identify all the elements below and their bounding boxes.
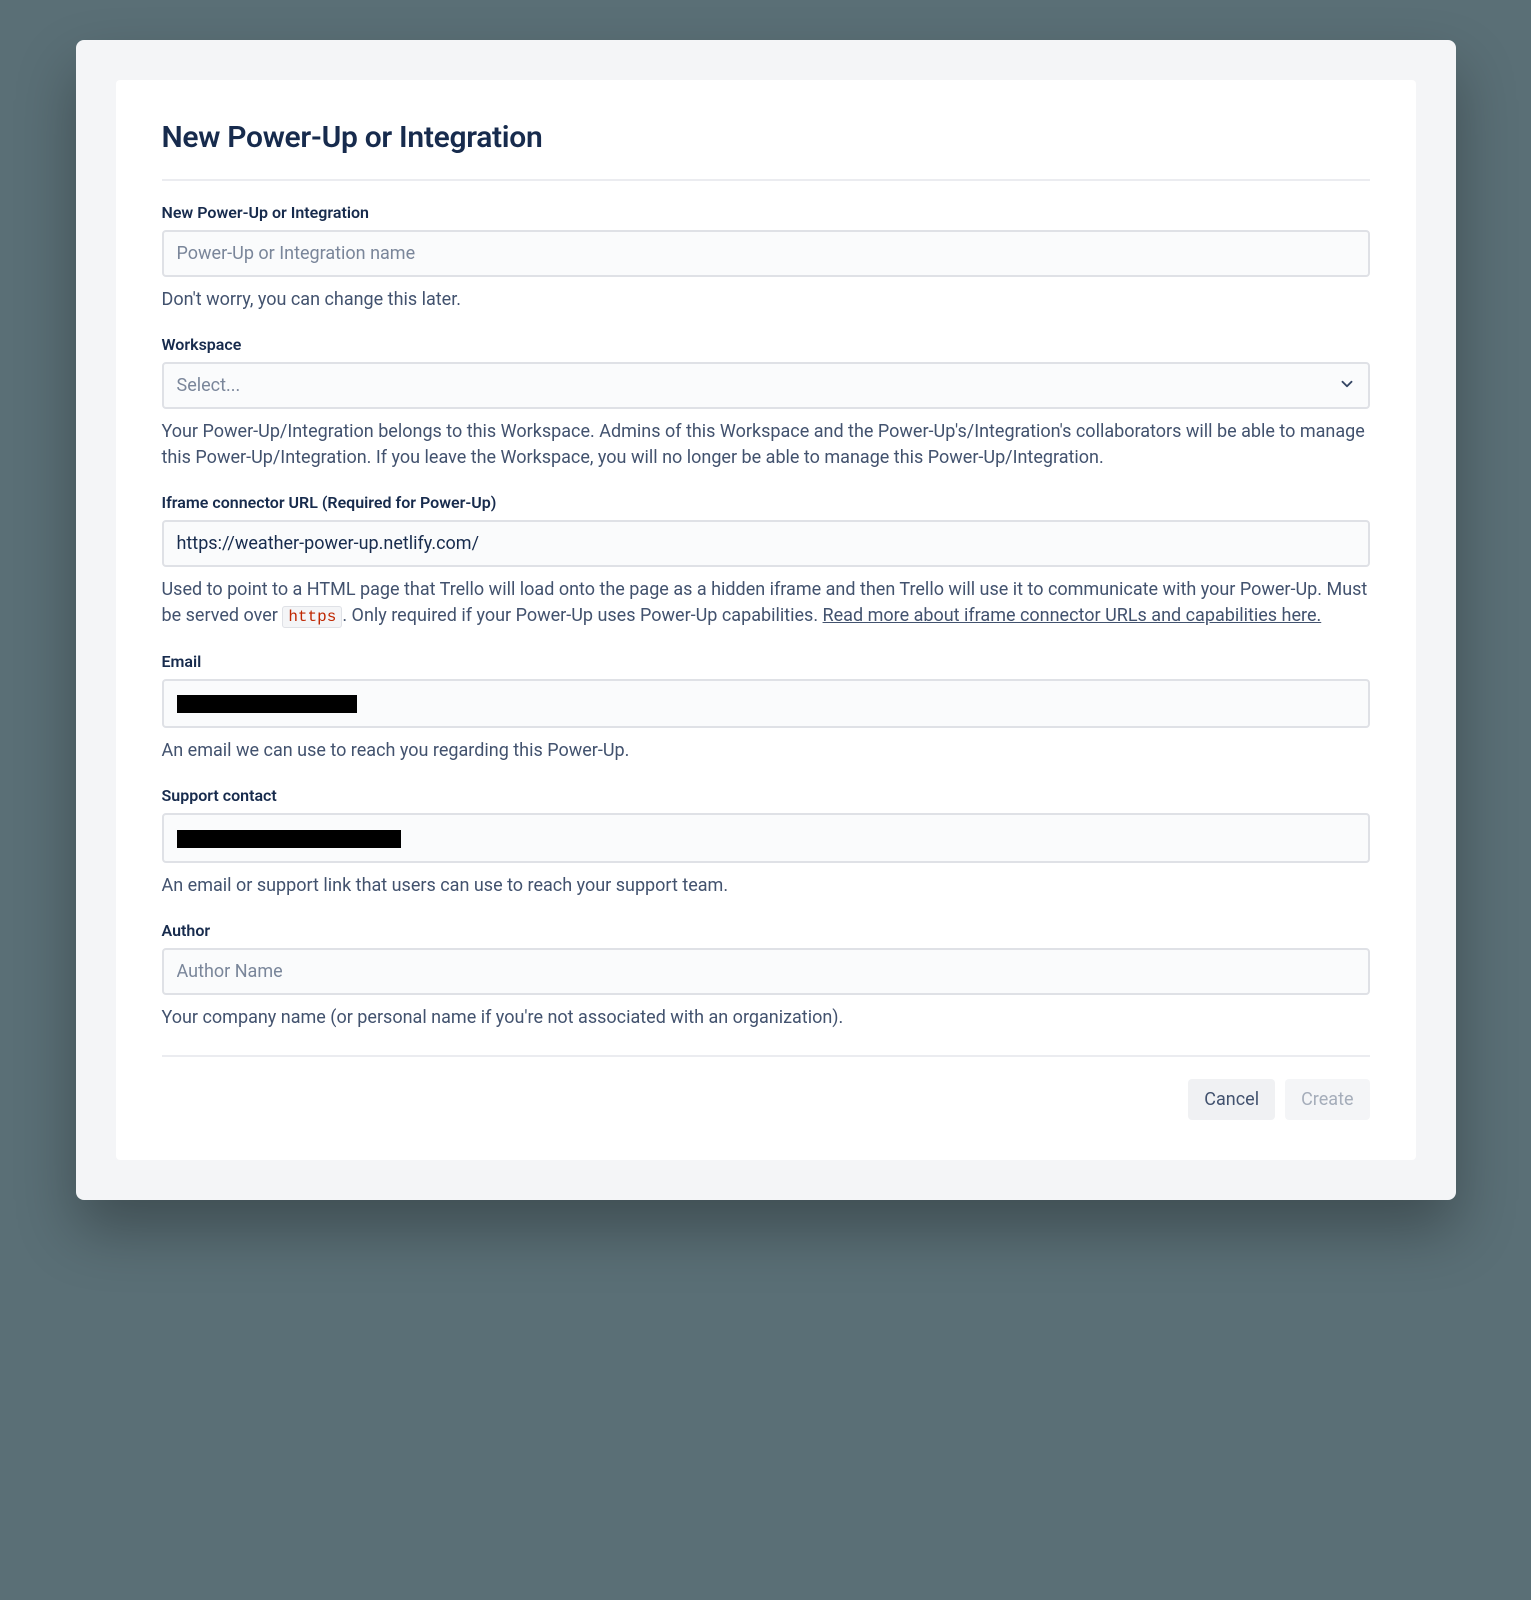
iframe-help: Used to point to a HTML page that Trello… (162, 577, 1370, 629)
iframe-help-after: . Only required if your Power-Up uses Po… (342, 605, 822, 626)
form-panel: New Power-Up or Integration New Power-Up… (116, 80, 1416, 1160)
email-input[interactable] (162, 679, 1370, 729)
header-divider (162, 179, 1370, 181)
iframe-input[interactable] (162, 520, 1370, 567)
field-name: New Power-Up or Integration Don't worry,… (162, 203, 1370, 313)
name-input[interactable] (162, 230, 1370, 277)
iframe-help-link[interactable]: Read more about iframe connector URLs an… (823, 605, 1322, 626)
workspace-help: Your Power-Up/Integration belongs to thi… (162, 419, 1370, 471)
author-label: Author (162, 921, 1370, 940)
email-help: An email we can use to reach you regardi… (162, 738, 1370, 764)
support-label: Support contact (162, 786, 1370, 805)
field-author: Author Your company name (or personal na… (162, 921, 1370, 1031)
outer-panel: New Power-Up or Integration New Power-Up… (76, 40, 1456, 1200)
author-help: Your company name (or personal name if y… (162, 1005, 1370, 1031)
support-input[interactable] (162, 813, 1370, 863)
create-button[interactable]: Create (1285, 1079, 1369, 1120)
workspace-select-wrapper: Select... (162, 362, 1370, 409)
field-email: Email An email we can use to reach you r… (162, 652, 1370, 765)
field-iframe: Iframe connector URL (Required for Power… (162, 493, 1370, 629)
field-workspace: Workspace Select... Your Power-Up/Integr… (162, 335, 1370, 471)
field-support: Support contact An email or support link… (162, 786, 1370, 899)
workspace-label: Workspace (162, 335, 1370, 354)
https-code: https (282, 606, 342, 628)
support-redacted (177, 830, 401, 848)
name-label: New Power-Up or Integration (162, 203, 1370, 222)
name-help: Don't worry, you can change this later. (162, 287, 1370, 313)
iframe-label: Iframe connector URL (Required for Power… (162, 493, 1370, 512)
footer-divider (162, 1055, 1370, 1057)
workspace-select[interactable]: Select... (162, 362, 1370, 409)
page-title: New Power-Up or Integration (162, 120, 1370, 155)
email-label: Email (162, 652, 1370, 671)
author-input[interactable] (162, 948, 1370, 995)
cancel-button[interactable]: Cancel (1188, 1079, 1275, 1120)
email-redacted (177, 695, 357, 713)
footer-actions: Cancel Create (162, 1079, 1370, 1120)
support-help: An email or support link that users can … (162, 873, 1370, 899)
